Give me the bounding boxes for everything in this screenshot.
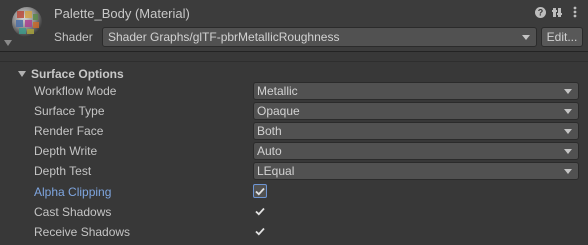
- row-label: Depth Test: [34, 164, 92, 178]
- row-surface-type: Surface Type Opaque: [0, 101, 588, 121]
- chevron-down-icon: [564, 149, 572, 154]
- svg-text:?: ?: [538, 7, 544, 17]
- dropdown-value: Auto: [257, 144, 282, 158]
- shader-dropdown[interactable]: Shader Graphs/glTF-pbrMetallicRoughness: [102, 27, 537, 47]
- row-render-face: Render Face Both: [0, 121, 588, 141]
- preset-icon[interactable]: [552, 6, 563, 18]
- dropdown-value: Opaque: [257, 104, 300, 118]
- material-title: Palette_Body (Material): [54, 6, 190, 21]
- checkmark-icon: [255, 227, 265, 235]
- chevron-down-icon: [564, 109, 572, 114]
- row-label: Render Face: [34, 124, 104, 138]
- receive-shadows-checkbox[interactable]: [253, 224, 267, 238]
- row-depth-write: Depth Write Auto: [0, 141, 588, 161]
- chevron-down-icon: [564, 89, 572, 94]
- row-label: Workflow Mode: [34, 84, 117, 98]
- row-label: Cast Shadows: [34, 205, 112, 219]
- row-label: Receive Shadows: [34, 225, 131, 239]
- cast-shadows-checkbox[interactable]: [253, 204, 267, 218]
- shader-label: Shader: [54, 30, 93, 44]
- more-icon[interactable]: [569, 6, 580, 18]
- material-header: Palette_Body (Material) ? Shader Shader …: [0, 0, 588, 52]
- dropdown-value: Metallic: [257, 84, 298, 98]
- row-label: Alpha Clipping: [34, 185, 112, 199]
- row-alpha-clipping: Alpha Clipping: [0, 182, 588, 202]
- row-receive-shadows: Receive Shadows: [0, 222, 588, 242]
- row-depth-test: Depth Test LEqual: [0, 161, 588, 181]
- surface-type-dropdown[interactable]: Opaque: [253, 102, 579, 120]
- header-foldout-icon[interactable]: [4, 40, 12, 46]
- render-face-dropdown[interactable]: Both: [253, 122, 579, 140]
- edit-shader-button[interactable]: Edit...: [541, 27, 583, 47]
- depth-test-dropdown[interactable]: LEqual: [253, 162, 579, 180]
- section-title[interactable]: Surface Options: [18, 67, 124, 81]
- shader-value: Shader Graphs/glTF-pbrMetallicRoughness: [108, 30, 340, 44]
- dropdown-value: Both: [257, 124, 282, 138]
- help-icon[interactable]: ?: [535, 6, 546, 18]
- checkmark-icon: [255, 187, 265, 195]
- surface-options-section: Surface Options Workflow Mode Metallic S…: [0, 61, 588, 245]
- row-cast-shadows: Cast Shadows: [0, 202, 588, 222]
- alpha-clipping-checkbox[interactable]: [253, 184, 267, 198]
- chevron-down-icon: [564, 169, 572, 174]
- dropdown-value: LEqual: [257, 164, 295, 178]
- row-workflow-mode: Workflow Mode Metallic: [0, 81, 588, 101]
- chevron-down-icon: [564, 129, 572, 134]
- row-label: Surface Type: [34, 104, 105, 118]
- material-preview-icon: [10, 5, 44, 39]
- chevron-down-icon: [522, 35, 530, 40]
- workflow-mode-dropdown[interactable]: Metallic: [253, 82, 579, 100]
- checkmark-icon: [255, 207, 265, 215]
- depth-write-dropdown[interactable]: Auto: [253, 142, 579, 160]
- row-label: Depth Write: [34, 144, 98, 158]
